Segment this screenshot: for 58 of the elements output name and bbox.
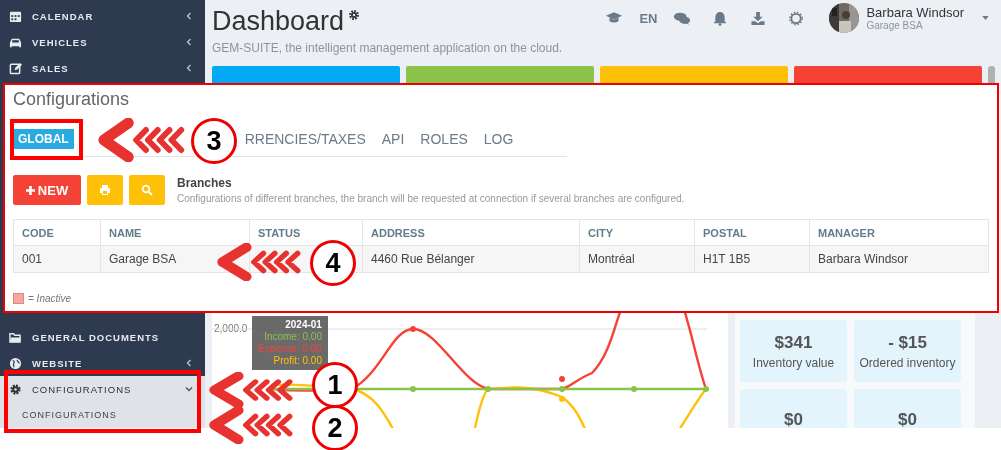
stat-label: Inventory value (752, 355, 835, 370)
user-name[interactable]: Barbara Windsor (866, 5, 964, 20)
tab[interactable]: GLOBAL (13, 129, 74, 149)
column-header[interactable]: ADDRESS (362, 219, 580, 246)
column-header[interactable]: MANAGER (809, 219, 989, 246)
column-header[interactable]: POSTAL (694, 219, 810, 246)
table-cell: Barbara Windsor (809, 245, 989, 273)
table-cell: H1T 1B5 (694, 245, 810, 273)
calendar-icon (9, 9, 22, 23)
page-title: Dashboard (212, 5, 345, 38)
callout-number: 2 (312, 405, 358, 450)
stat-label: Ordered inventory (859, 355, 956, 370)
sidebar-item[interactable]: SALES (0, 55, 205, 81)
panel-title: Configurations (13, 89, 131, 110)
tooltip-line: Income: 0.00 (264, 331, 322, 343)
column-header[interactable]: NAME (100, 219, 250, 246)
table-cell: Montréal (579, 245, 695, 273)
stat-value: $0 (898, 410, 917, 428)
globe-icon (9, 356, 22, 370)
edit-icon (9, 61, 22, 75)
language-button[interactable]: EN (639, 10, 658, 26)
plus-icon (25, 185, 35, 195)
tooltip-title: 2024-01 (285, 319, 322, 331)
user-company: Garage BSA (866, 20, 924, 31)
sun-icon[interactable] (787, 10, 806, 26)
sidebar-item[interactable]: CALENDAR (0, 3, 205, 29)
tab[interactable]: RRENCIES/TAXES (239, 128, 371, 150)
legend-text: = Inactive (28, 293, 72, 304)
sidebar-item[interactable]: WEBSITE (0, 350, 205, 376)
settings-icon[interactable] (348, 9, 361, 21)
tooltip-line: Expense: 0.00 (258, 343, 322, 355)
chat-icon[interactable] (673, 10, 692, 26)
section-title: Branches (177, 176, 233, 190)
folder-icon (9, 330, 22, 344)
tab[interactable]: LOG (478, 128, 519, 150)
gear-icon (9, 382, 22, 396)
axis-tick-label: 2,000.0 (214, 323, 248, 334)
download-icon[interactable] (749, 10, 768, 26)
column-header[interactable]: CODE (13, 219, 101, 246)
tab[interactable]: ROLES (415, 128, 473, 150)
section-description: Configurations of different branches, the branch will be requested at connection if several branches are configured. (177, 193, 685, 204)
sidebar-subitem[interactable]: CONFIGURATIONS (0, 402, 205, 428)
stat-value: $0 (784, 410, 803, 428)
table-cell: 4460 Rue Bélanger (362, 245, 580, 273)
sidebar-item[interactable]: VEHICLES (0, 29, 205, 55)
printer-icon (99, 184, 111, 196)
search-icon (141, 184, 153, 196)
stat-value: $341 (774, 332, 813, 353)
column-header[interactable]: CITY (579, 219, 695, 246)
new-button[interactable]: NEW (13, 175, 81, 205)
caret-icon[interactable] (982, 16, 989, 20)
table-cell: 001 (13, 245, 101, 273)
sidebar-item[interactable]: GENERAL DOCUMENTS (0, 324, 205, 350)
sidebar-item[interactable]: CONFIGURATIONS (0, 376, 205, 402)
page-subtitle: GEM-SUITE, the intelligent management application on the cloud. (212, 41, 563, 55)
legend-swatch (13, 293, 24, 304)
stat-value: - $15 (888, 332, 927, 353)
tab[interactable]: API (376, 128, 410, 150)
